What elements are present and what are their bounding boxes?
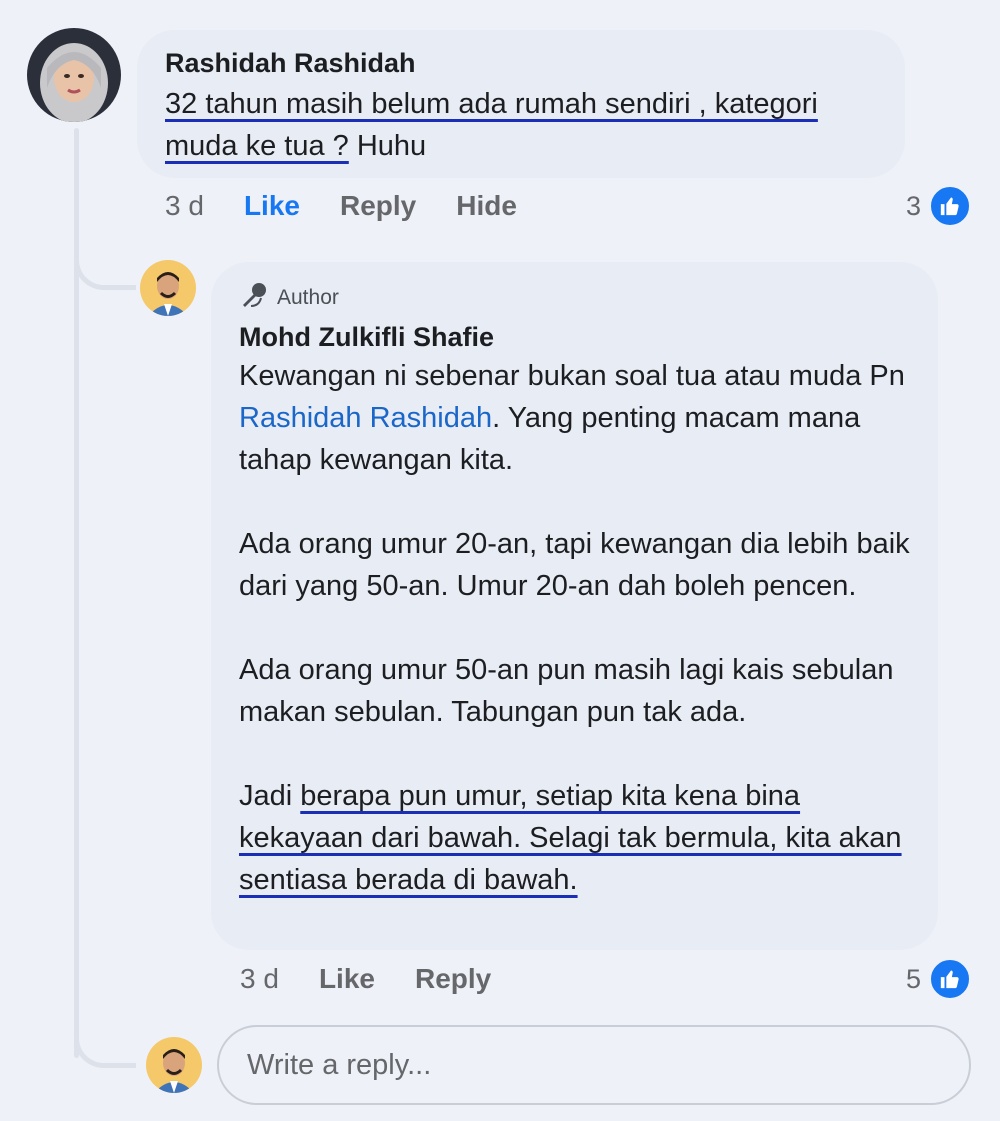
reply-timestamp[interactable]: 3 d — [240, 963, 279, 995]
reply-like-button[interactable]: Like — [319, 963, 375, 995]
comment-reaction-summary[interactable]: 3 — [906, 185, 972, 227]
thread-connector-composer — [74, 1030, 136, 1068]
reply-reaction-summary[interactable]: 5 — [906, 958, 972, 1000]
reply-reaction-count: 5 — [906, 963, 922, 994]
comment-bubble: Rashidah Rashidah 32 tahun masih belum a… — [137, 30, 905, 178]
author-badge-label: Author — [277, 286, 339, 309]
reply-p4-text: Jadi — [239, 780, 301, 812]
comment-like-button[interactable]: Like — [244, 190, 300, 222]
comment-text-underlined: 32 tahun masih belum ada rumah sendiri ,… — [165, 88, 818, 162]
reply-bubble: Author Mohd Zulkifli Shafie Kewangan ni … — [211, 262, 938, 950]
reply-paragraph-2: Ada orang umur 20-an, tapi kewangan dia … — [239, 528, 910, 602]
reply-actions: 3 d Like Reply — [240, 963, 491, 995]
author-badge: Author — [239, 280, 910, 316]
mention-link[interactable]: Rashidah Rashidah — [239, 402, 492, 434]
composer-avatar — [146, 1037, 202, 1093]
reply-input[interactable]: Write a reply... — [217, 1025, 971, 1105]
reply-paragraph-1: Kewangan ni sebenar bukan soal tua atau … — [239, 355, 910, 481]
reply-reply-button[interactable]: Reply — [415, 963, 491, 995]
microphone-icon — [239, 280, 269, 316]
comment-actions: 3 d Like Reply Hide — [165, 190, 517, 222]
reply-author-name[interactable]: Mohd Zulkifli Shafie — [239, 322, 910, 353]
reply-paragraph-3: Ada orang umur 50-an pun masih lagi kais… — [239, 654, 894, 728]
comment-text-plain: Huhu — [348, 130, 427, 162]
thumbs-up-icon — [929, 958, 972, 1000]
comment-reply-button[interactable]: Reply — [340, 190, 416, 222]
comment-reaction-count: 3 — [906, 190, 922, 221]
comment-timestamp[interactable]: 3 d — [165, 190, 204, 222]
thumbs-up-icon — [929, 185, 972, 227]
comment-hide-button[interactable]: Hide — [456, 190, 517, 222]
comment-author-name[interactable]: Rashidah Rashidah — [165, 48, 877, 79]
reply-p1-text: Kewangan ni sebenar bukan soal tua atau … — [239, 360, 905, 392]
reply-paragraph-4: Jadi berapa pun umur, setiap kita kena b… — [239, 775, 910, 901]
avatar-mohd-zulkifli[interactable] — [140, 260, 196, 316]
thread-connector-reply — [74, 252, 136, 290]
avatar-rashidah[interactable] — [27, 28, 121, 122]
reply-input-placeholder: Write a reply... — [247, 1048, 432, 1081]
reply-p4-underlined: berapa pun umur, setiap kita kena bina k… — [239, 780, 902, 896]
comment-text: 32 tahun masih belum ada rumah sendiri ,… — [165, 83, 877, 167]
